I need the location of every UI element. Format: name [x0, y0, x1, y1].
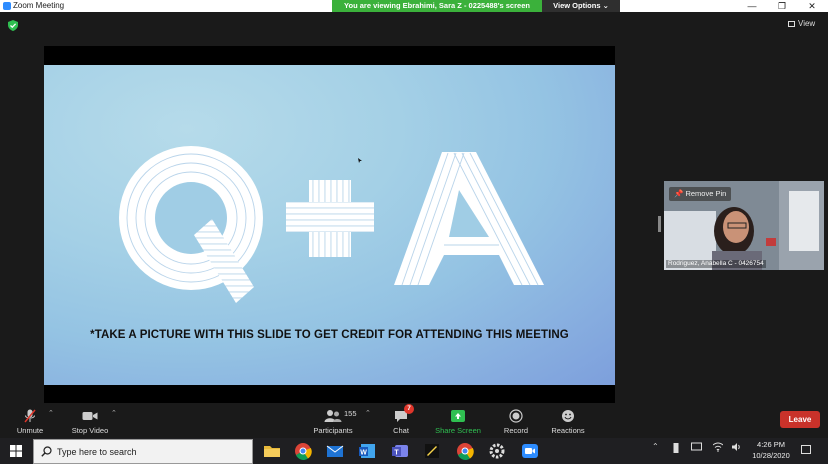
restore-button[interactable]: ❐ [767, 0, 797, 12]
file-explorer-icon[interactable] [262, 441, 282, 461]
teams-icon[interactable]: T [390, 441, 410, 461]
share-screen-icon [451, 410, 465, 422]
participants-label: Participants [313, 426, 353, 435]
participants-icon [324, 410, 342, 422]
chrome-icon[interactable] [293, 441, 313, 461]
zoom-window: Zoom Meeting You are viewing Ebrahimi, S… [0, 0, 828, 464]
share-screen-label: Share Screen [435, 426, 481, 435]
slide-caption: *TAKE A PICTURE WITH THIS SLIDE TO GET C… [90, 329, 569, 341]
leave-meeting-button[interactable]: Leave [780, 411, 820, 428]
chrome-icon-2[interactable] [455, 441, 475, 461]
zoom-icon[interactable] [520, 441, 540, 461]
viewing-screen-banner: You are viewing Ebrahimi, Sara Z - 02254… [332, 0, 542, 12]
view-button[interactable]: View [788, 18, 822, 30]
battery-icon[interactable] [673, 442, 679, 454]
taskbar-search-box[interactable]: Type here to search [33, 439, 253, 464]
sticky-notes-icon[interactable] [422, 441, 442, 461]
chat-label: Chat [393, 426, 409, 435]
remove-pin-label: Remove Pin [685, 189, 727, 198]
window-title: Zoom Meeting [13, 1, 65, 10]
settings-gear-icon[interactable] [487, 441, 507, 461]
close-button[interactable]: ✕ [797, 0, 827, 12]
reactions-smiley-icon [562, 410, 574, 422]
volume-icon[interactable] [732, 442, 742, 452]
stop-video-label: Stop Video [71, 426, 109, 435]
title-bar: Zoom Meeting You are viewing Ebrahimi, S… [0, 0, 828, 12]
grid-view-icon [788, 20, 795, 27]
reactions-label: Reactions [551, 426, 585, 435]
panel-resize-handle[interactable] [658, 216, 661, 232]
display-icon[interactable] [691, 442, 703, 452]
unmute-label: Unmute [16, 426, 44, 435]
wifi-icon[interactable] [713, 442, 723, 452]
letter-a-shape [394, 152, 544, 286]
view-options-button[interactable]: View Options ⌄ [542, 0, 620, 12]
search-placeholder: Type here to search [57, 447, 137, 457]
view-label: View [798, 19, 816, 28]
unmute-button[interactable]: Unmute [10, 403, 50, 438]
participants-options-chevron-icon[interactable]: ⌃ [365, 409, 371, 417]
remove-pin-button[interactable]: 📌 Remove Pin [669, 187, 732, 201]
taskbar-clock[interactable]: 4:26 PM 10/28/2020 [742, 439, 800, 461]
participants-count: 155 [344, 409, 357, 418]
pinned-participant-video[interactable]: 📌 Remove Pin Rodriguez, Anabella C - 042… [664, 181, 824, 270]
shared-slide: *TAKE A PICTURE WITH THIS SLIDE TO GET C… [44, 65, 615, 385]
minimize-button[interactable]: — [737, 0, 767, 12]
svg-text:W: W [360, 450, 367, 457]
record-icon [509, 409, 523, 423]
tray-overflow-chevron-icon[interactable]: ⌃ [652, 442, 659, 451]
windows-start-icon[interactable] [0, 438, 32, 464]
mouse-cursor-icon [358, 158, 362, 163]
mail-icon[interactable] [325, 441, 345, 461]
notification-center-icon[interactable] [801, 445, 811, 454]
svg-text:T: T [394, 450, 399, 457]
video-options-chevron-icon[interactable]: ⌃ [111, 409, 117, 417]
muted-microphone-icon [24, 409, 36, 423]
clock-time: 4:26 PM [757, 440, 785, 449]
zoom-app-icon [3, 2, 11, 10]
search-icon [41, 446, 52, 457]
participant-name-label: Rodriguez, Anabella C - 0426754 [666, 260, 766, 268]
record-button[interactable]: Record [500, 403, 532, 438]
security-shield-icon[interactable] [8, 20, 18, 31]
video-camera-icon [82, 412, 98, 420]
chat-unread-badge: 7 [404, 404, 414, 414]
stop-video-button[interactable]: Stop Video [68, 403, 112, 438]
meeting-toolbar [0, 403, 828, 438]
reactions-button[interactable]: Reactions [548, 403, 588, 438]
share-screen-button[interactable]: Share Screen [433, 403, 483, 438]
plus-sign-shape [286, 180, 374, 257]
letter-q-shape [119, 146, 263, 303]
audio-options-chevron-icon[interactable]: ⌃ [48, 409, 54, 417]
clock-date: 10/28/2020 [752, 451, 790, 460]
record-label: Record [503, 426, 529, 435]
word-icon[interactable]: W [357, 441, 377, 461]
